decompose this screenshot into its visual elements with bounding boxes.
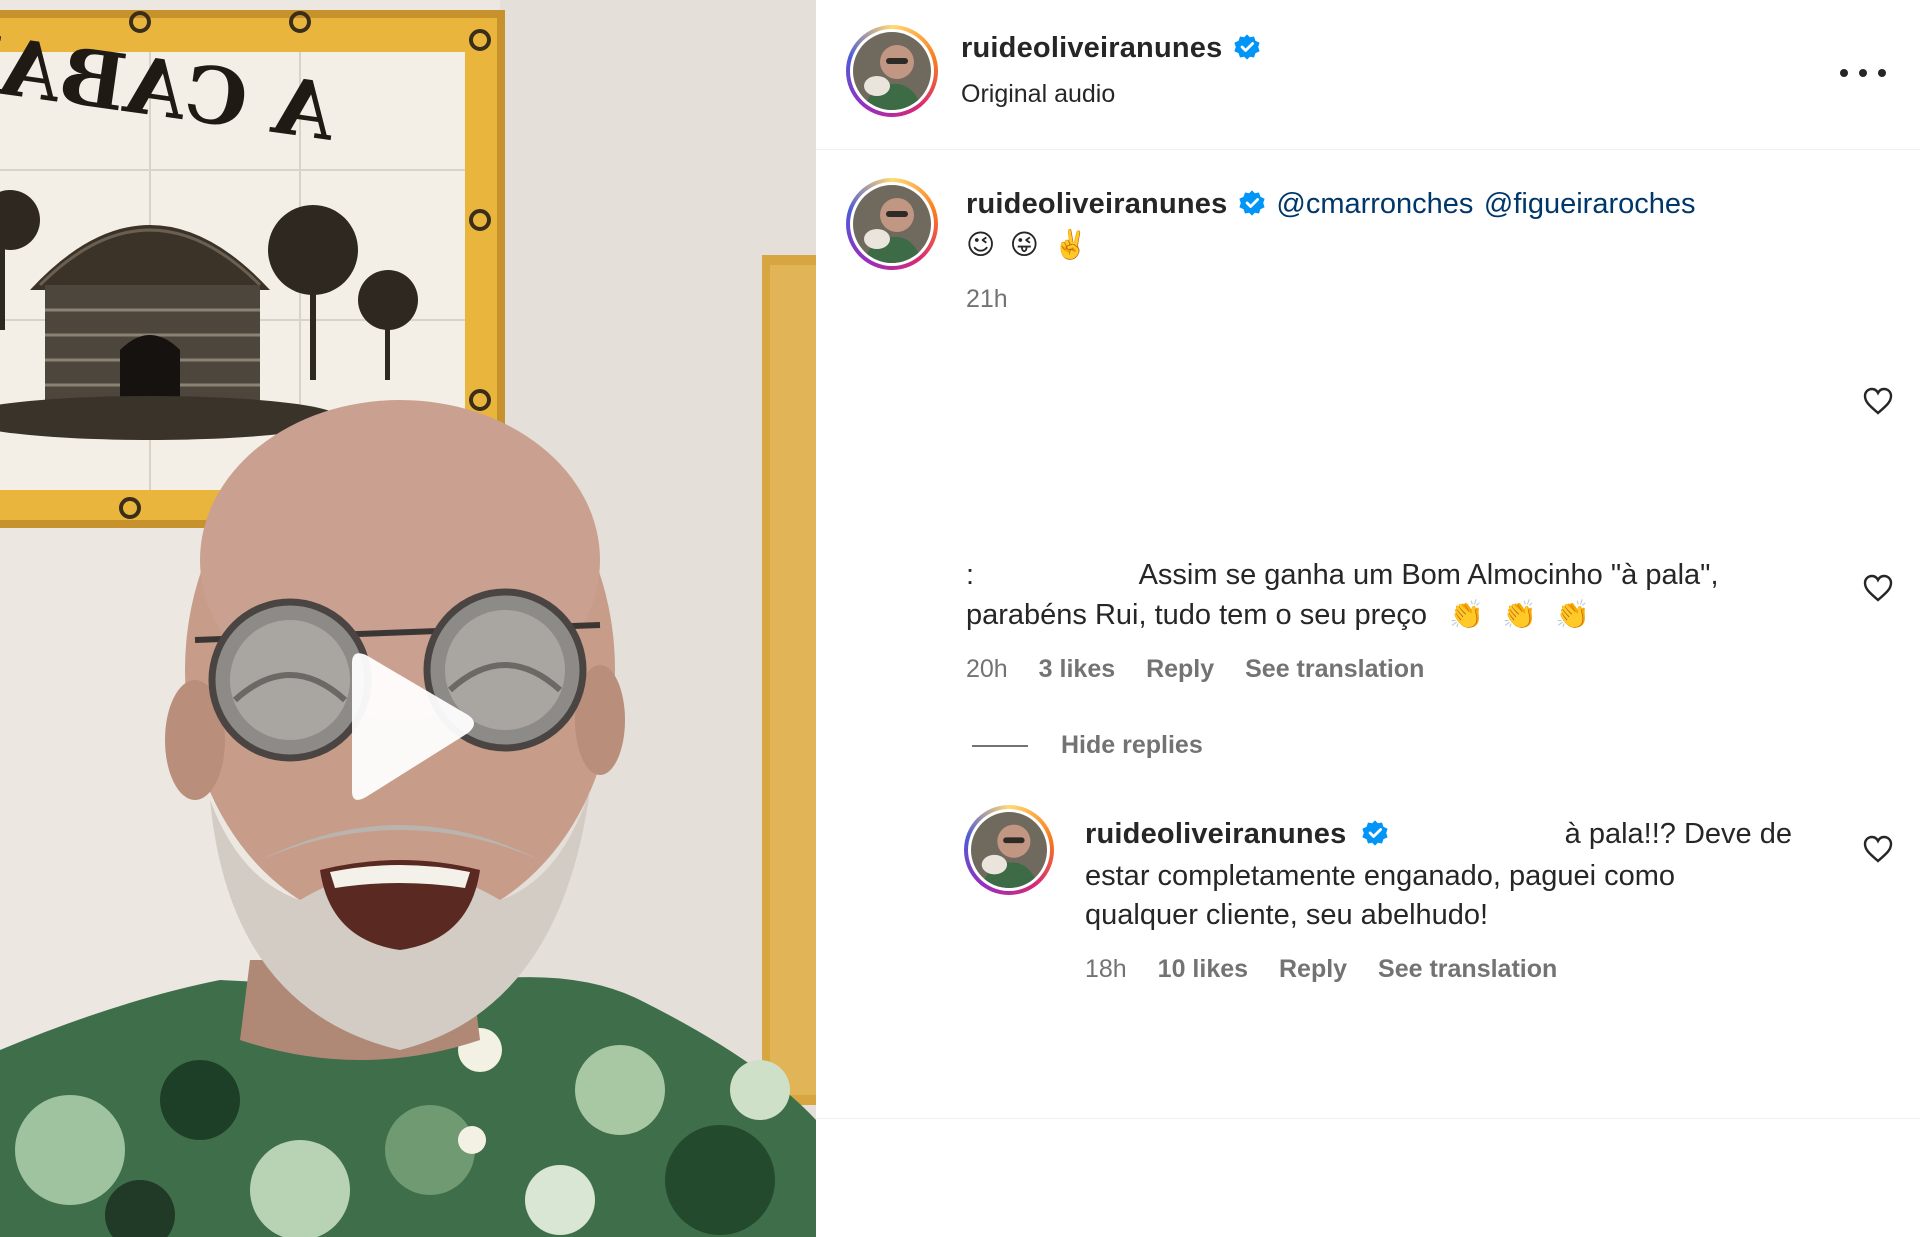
reply-text: estar completamente enganado, paguei com… [1085, 860, 1676, 892]
reply-text: à pala!!? Deve de [1564, 818, 1792, 850]
clapping-emoji: 👏 [1502, 599, 1537, 630]
reply-text: qualquer cliente, seu abelhudo! [1085, 899, 1489, 931]
reply-reply-button[interactable]: Reply [1279, 955, 1347, 983]
dot-icon [1859, 69, 1867, 77]
header-username[interactable]: ruideoliveiranunes [961, 32, 1222, 64]
avatar[interactable] [846, 25, 938, 117]
audio-label[interactable]: Original audio [961, 80, 1115, 109]
avatar-image [853, 32, 931, 110]
replies-divider [972, 745, 1028, 747]
comment-text: Assim se ganha um Bom Almocinho "à pala"… [1138, 559, 1719, 591]
comment-translate-button[interactable]: See translation [1245, 655, 1424, 683]
caption-avatar[interactable] [846, 178, 938, 270]
wink-emoji: 😉 [966, 229, 996, 260]
reply-translate-button[interactable]: See translation [1378, 955, 1557, 983]
caption-username[interactable]: ruideoliveiranunes [966, 188, 1227, 220]
heart-icon[interactable] [1863, 835, 1893, 863]
caption-timestamp[interactable]: 21h [966, 285, 1008, 313]
hide-replies-button[interactable]: Hide replies [1061, 731, 1203, 760]
post-panel: ruideoliveiranunes Original audio ruideo… [816, 0, 1920, 1237]
comment-username[interactable]: : [966, 559, 974, 591]
section-divider [816, 1118, 1920, 1119]
avatar-image [971, 812, 1047, 888]
comment-reply-button[interactable]: Reply [1146, 655, 1214, 683]
tongue-emoji: 😜 [1009, 229, 1039, 260]
video-frame: A CABANA [0, 0, 816, 1237]
comment-likes[interactable]: 3 likes [1039, 655, 1115, 683]
reply-avatar[interactable] [964, 805, 1054, 895]
comment-timestamp[interactable]: 20h [966, 655, 1008, 683]
reply-likes[interactable]: 10 likes [1158, 955, 1248, 983]
avatar-image [853, 185, 931, 263]
clapping-emoji: 👏 [1449, 599, 1484, 630]
verified-badge-icon [1234, 34, 1260, 60]
play-button[interactable] [330, 645, 480, 815]
verified-badge-icon [1239, 190, 1265, 216]
caption-emojis: 😉 😜 ✌️ [966, 228, 1098, 261]
video-player[interactable]: A CABANA [0, 0, 816, 1237]
dot-icon [1878, 69, 1886, 77]
comment-text: parabéns Rui, tudo tem o seu preço [966, 599, 1428, 631]
victory-hand-emoji: ✌️ [1053, 229, 1089, 260]
reply-timestamp[interactable]: 18h [1085, 955, 1127, 983]
clapping-emoji: 👏 [1555, 599, 1590, 630]
mention-link[interactable]: @figueiraroches [1484, 188, 1696, 220]
dot-icon [1840, 69, 1848, 77]
verified-badge-icon [1361, 820, 1388, 846]
reply-username[interactable]: ruideoliveiranunes [1085, 818, 1346, 850]
post-header: ruideoliveiranunes Original audio [816, 0, 1920, 150]
mention-link[interactable]: @cmarronches [1276, 188, 1473, 220]
heart-icon[interactable] [1863, 574, 1893, 602]
play-icon [352, 653, 474, 800]
heart-icon[interactable] [1863, 387, 1893, 415]
more-options-button[interactable] [1840, 62, 1886, 84]
